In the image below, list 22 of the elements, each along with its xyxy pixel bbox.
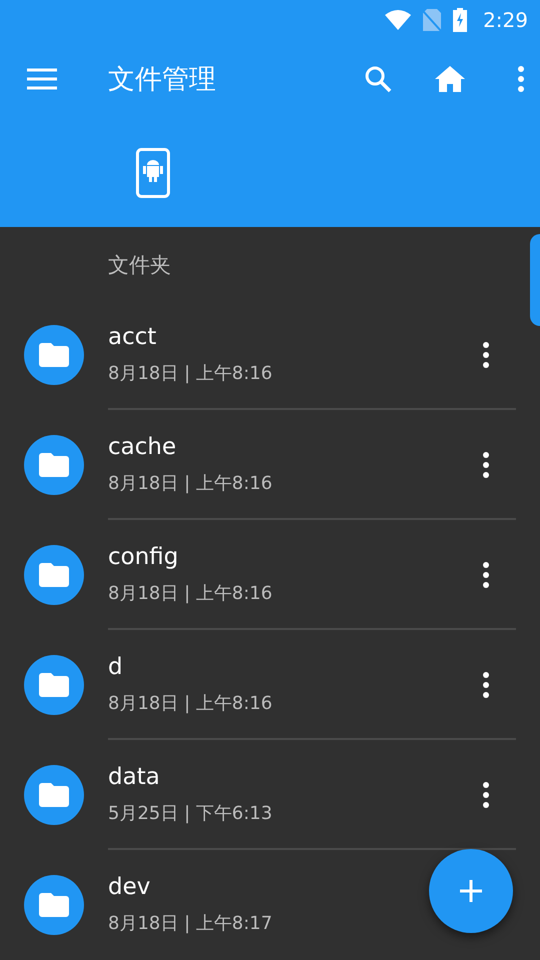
folder-date: 8月18日 | 上午8:16 — [108, 363, 272, 385]
android-phone-icon[interactable] — [136, 148, 170, 198]
wifi-icon — [385, 10, 412, 30]
folder-date: 8月18日 | 上午8:16 — [108, 693, 272, 715]
plus-icon — [459, 879, 483, 903]
folder-name: config — [108, 543, 178, 571]
home-icon[interactable] — [434, 63, 466, 95]
folder-date: 8月18日 | 上午8:16 — [108, 583, 272, 605]
folder-date: 8月18日 | 上午8:16 — [108, 473, 272, 495]
folder-date: 5月25日 | 下午6:13 — [108, 803, 272, 825]
folder-name: data — [108, 763, 160, 791]
battery-charging-icon — [453, 8, 468, 32]
folder-name: acct — [108, 323, 156, 351]
app-title: 文件管理 — [108, 63, 217, 97]
folder-name: dev — [108, 873, 150, 901]
folder-name: cache — [108, 433, 176, 461]
scroll-handle[interactable] — [530, 234, 540, 326]
folder-date: 8月18日 | 上午8:17 — [108, 913, 272, 935]
section-title: 文件夹 — [108, 252, 171, 280]
no-sim-icon — [423, 9, 442, 31]
folder-name: d — [108, 653, 123, 681]
status-time: 2:29 — [483, 8, 528, 32]
